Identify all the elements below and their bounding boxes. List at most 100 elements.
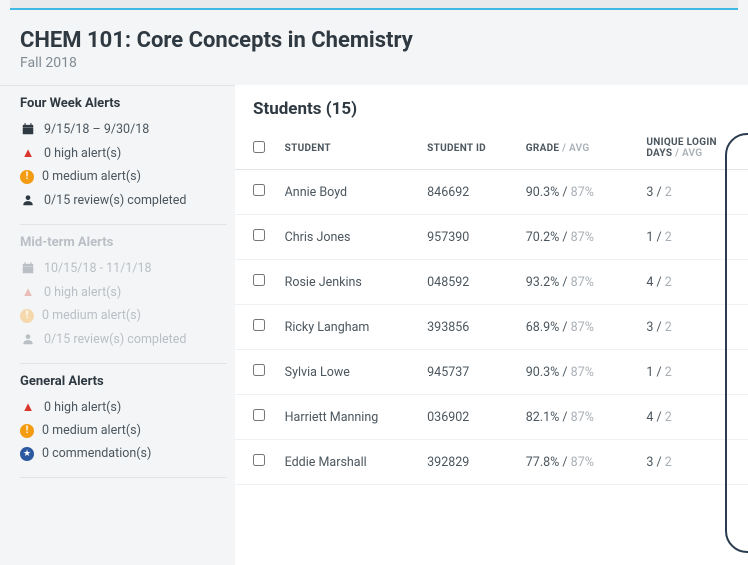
cell-student-name: Ricky Langham [277, 305, 420, 350]
cell-login-days: 4 / 2 [638, 260, 748, 305]
cell-student-id: 957390 [419, 215, 518, 260]
row-checkbox[interactable] [253, 229, 265, 241]
table-row[interactable]: Eddie Marshall39282977.8% / 87%3 / 2 [235, 440, 748, 485]
grade-label: GRADE [526, 143, 560, 154]
cell-checkbox [235, 170, 277, 215]
alert-row: 0/15 review(s) completed [20, 327, 227, 351]
alert-group-title: General Alerts [20, 374, 227, 389]
cell-login-days: 3 / 2 [638, 440, 748, 485]
alert-row: 0/15 review(s) completed [20, 188, 227, 212]
alert-row: ▲ 0 high alert(s) [20, 395, 227, 419]
person-icon [20, 331, 36, 347]
column-header-student[interactable]: STUDENT [277, 131, 420, 170]
alert-row: ★ 0 commendation(s) [20, 442, 227, 465]
course-term: Fall 2018 [20, 55, 728, 71]
alert-row-text: 0/15 review(s) completed [44, 332, 186, 347]
cell-grade: 90.3% / 87% [518, 350, 639, 395]
alert-row-text: 9/15/18 – 9/30/18 [44, 122, 149, 137]
warning-triangle-icon: ▲ [20, 284, 36, 300]
alert-group-title: Mid-term Alerts [20, 235, 227, 250]
cell-grade: 77.8% / 87% [518, 440, 639, 485]
alert-row-text: 10/15/18 - 11/1/18 [44, 261, 152, 276]
alert-row: 9/15/18 – 9/30/18 [20, 117, 227, 141]
cell-login-days: 1 / 2 [638, 350, 748, 395]
row-checkbox[interactable] [253, 454, 265, 466]
cell-student-id: 846692 [419, 170, 518, 215]
cell-student-name: Sylvia Lowe [277, 350, 420, 395]
cell-checkbox [235, 350, 277, 395]
cell-checkbox [235, 260, 277, 305]
alert-row: 10/15/18 - 11/1/18 [20, 256, 227, 280]
cell-grade: 93.2% / 87% [518, 260, 639, 305]
warning-circle-icon: ! [20, 309, 34, 323]
cell-checkbox [235, 395, 277, 440]
course-title: CHEM 101: Core Concepts in Chemistry [20, 28, 728, 53]
row-checkbox[interactable] [253, 364, 265, 376]
row-checkbox[interactable] [253, 409, 265, 421]
alert-row: ▲0 high alert(s) [20, 141, 227, 165]
table-row[interactable]: Annie Boyd84669290.3% / 87%3 / 2 [235, 170, 748, 215]
cell-grade: 82.1% / 87% [518, 395, 639, 440]
cell-student-name: Harriett Manning [277, 395, 420, 440]
cell-checkbox [235, 215, 277, 260]
cell-student-id: 393856 [419, 305, 518, 350]
row-checkbox[interactable] [253, 319, 265, 331]
top-accent-bar [10, 0, 738, 10]
calendar-icon [20, 260, 36, 276]
cell-student-name: Rosie Jenkins [277, 260, 420, 305]
alert-row-text: 0 medium alert(s) [42, 169, 141, 184]
alert-row-text: 0 high alert(s) [44, 400, 121, 415]
table-row[interactable]: Ricky Langham39385668.9% / 87%3 / 2 [235, 305, 748, 350]
cell-login-days: 3 / 2 [638, 170, 748, 215]
table-row[interactable]: Chris Jones95739070.2% / 87%1 / 2 [235, 215, 748, 260]
row-checkbox[interactable] [253, 274, 265, 286]
cell-student-id: 048592 [419, 260, 518, 305]
column-header-grade[interactable]: GRADE / AVG [518, 131, 639, 170]
alert-row-text: 0 high alert(s) [44, 285, 121, 300]
column-header-checkbox [235, 131, 277, 170]
cell-student-id: 945737 [419, 350, 518, 395]
alert-group: General Alerts ▲ 0 high alert(s)! 0 medium … [20, 364, 227, 478]
select-all-checkbox[interactable] [253, 141, 265, 153]
cell-login-days: 3 / 2 [638, 305, 748, 350]
table-row[interactable]: Rosie Jenkins04859293.2% / 87%4 / 2 [235, 260, 748, 305]
warning-triangle-icon: ▲ [20, 399, 36, 415]
cell-checkbox [235, 305, 277, 350]
star-badge-icon: ★ [20, 447, 34, 461]
warning-circle-icon: ! [20, 424, 34, 438]
alerts-sidebar: Four Week Alerts9/15/18 – 9/30/18▲0 high… [0, 85, 235, 565]
students-table: STUDENT STUDENT ID GRADE / AVG UNIQUE LO… [235, 131, 748, 485]
alert-row-text: 0 medium alert(s) [42, 308, 141, 323]
alert-row: ! 0 medium alert(s) [20, 419, 227, 442]
table-row[interactable]: Harriett Manning03690282.1% / 87%4 / 2 [235, 395, 748, 440]
cell-student-id: 036902 [419, 395, 518, 440]
cell-student-id: 392829 [419, 440, 518, 485]
row-checkbox[interactable] [253, 184, 265, 196]
alert-row-text: 0 medium alert(s) [42, 423, 141, 438]
cell-checkbox [235, 440, 277, 485]
alert-row: ! 0 medium alert(s) [20, 165, 227, 188]
main-layout: Four Week Alerts9/15/18 – 9/30/18▲0 high… [0, 85, 748, 565]
alert-row: ! 0 medium alert(s) [20, 304, 227, 327]
students-panel: Students (15) STUDENT STUDENT ID GRADE /… [235, 85, 748, 565]
page-header: CHEM 101: Core Concepts in Chemistry Fal… [0, 10, 748, 85]
warning-circle-icon: ! [20, 170, 34, 184]
alert-row: ▲ 0 high alert(s) [20, 280, 227, 304]
person-icon [20, 192, 36, 208]
alert-row-text: 0/15 review(s) completed [44, 193, 186, 208]
alert-group: Four Week Alerts9/15/18 – 9/30/18▲0 high… [20, 86, 227, 225]
avg-label: / AVG [559, 143, 589, 154]
column-header-id[interactable]: STUDENT ID [419, 131, 518, 170]
avg-label: / AVG [672, 148, 702, 159]
alert-group: Mid-term Alerts 10/15/18 - 11/1/18 ▲ 0 high… [20, 225, 227, 364]
table-row[interactable]: Sylvia Lowe94573790.3% / 87%1 / 2 [235, 350, 748, 395]
cell-student-name: Chris Jones [277, 215, 420, 260]
alert-row-text: 0 commendation(s) [42, 446, 151, 461]
calendar-icon [20, 121, 36, 137]
cell-grade: 70.2% / 87% [518, 215, 639, 260]
cell-grade: 68.9% / 87% [518, 305, 639, 350]
column-header-login[interactable]: UNIQUE LOGIN DAYS / AVG [638, 131, 748, 170]
cell-login-days: 1 / 2 [638, 215, 748, 260]
cell-student-name: Annie Boyd [277, 170, 420, 215]
students-heading: Students (15) [235, 99, 748, 131]
